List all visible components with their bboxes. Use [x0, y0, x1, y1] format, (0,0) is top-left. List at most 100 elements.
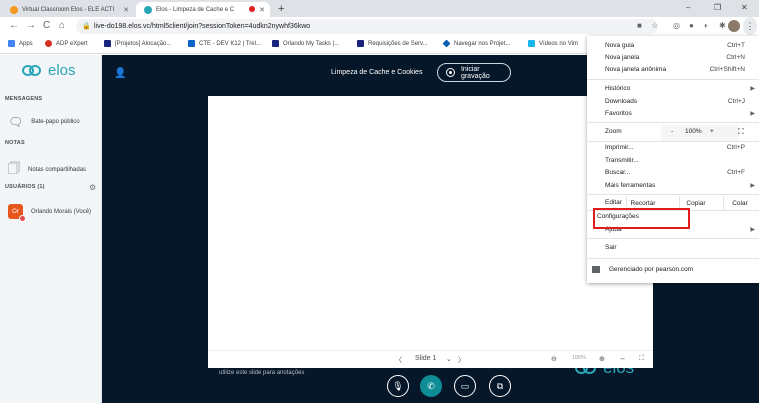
elos-favicon	[144, 5, 152, 14]
maximize-button[interactable]: ❐	[714, 3, 721, 12]
dropdown-icon[interactable]: ⌄	[446, 355, 452, 363]
mic-off-icon: 🎙	[392, 380, 404, 391]
slide-selector[interactable]: Slide 1	[415, 355, 436, 362]
menu-divider	[587, 122, 759, 123]
share-screen-button[interactable]: ⧉	[489, 375, 511, 397]
forward-button[interactable]: →	[26, 20, 36, 31]
close-tab-icon[interactable]: ✕	[259, 6, 265, 14]
zoom-minus-button[interactable]: -	[671, 128, 673, 135]
menu-item-history[interactable]: Histórico ▶	[587, 85, 759, 95]
sidebar: elos MENSAGENS 🗨 Bate-papo público NOTAS…	[0, 55, 102, 403]
submenu-arrow-icon: ▶	[750, 86, 755, 92]
user-list-item[interactable]: Or Orlando Morais (Você)	[8, 204, 92, 222]
address-bar[interactable]: 🔒 live-do198.elos.vc/html5client/join?se…	[76, 19, 658, 34]
back-button[interactable]: ←	[9, 20, 19, 31]
section-notes: NOTAS	[5, 140, 25, 146]
lock-icon: 🔒	[82, 23, 91, 30]
bookmark-navegar[interactable]: Navegar nos Projet...	[442, 39, 510, 48]
edit-label: Editar	[605, 199, 622, 206]
menu-divider	[587, 79, 759, 80]
bookmark-my-tasks[interactable]: Orlando My Tasks |...	[272, 40, 339, 47]
bookmark-adp[interactable]: ADP eXpert	[45, 40, 88, 47]
section-users: USUÁRIOS (1)	[5, 184, 45, 190]
shared-notes-item[interactable]: 🗍 Notas compartilhadas	[8, 159, 86, 180]
paste-button[interactable]: Colar	[723, 196, 756, 210]
camera-icon[interactable]: ■	[637, 21, 642, 30]
menu-item-exit[interactable]: Sair	[587, 244, 759, 254]
menu-item-find[interactable]: Buscar... Ctrl+F	[587, 169, 759, 179]
bookmark-trello[interactable]: CTE - DEV K12 | Trel...	[188, 40, 261, 47]
user-icon[interactable]: 👤	[114, 68, 126, 79]
menu-item-incognito[interactable]: Nova janela anônima Ctrl+Shift+N	[587, 66, 759, 76]
menu-item-new-window[interactable]: Nova janela Ctrl+N	[587, 54, 759, 64]
url-text: live-do198.elos.vc/html5client/join?sess…	[94, 23, 311, 30]
home-button[interactable]: ⌂	[59, 20, 65, 31]
submenu-arrow-icon: ▶	[750, 183, 755, 189]
minimize-button[interactable]: –	[686, 3, 690, 12]
chat-icon: 🗨	[8, 115, 24, 129]
next-slide-icon[interactable]: 〉	[458, 355, 465, 365]
menu-item-more-tools[interactable]: Mais ferramentas ▶	[587, 182, 759, 192]
zoom-out-icon[interactable]: ⊖	[551, 355, 557, 363]
menu-divider	[587, 258, 759, 259]
menu-divider	[587, 238, 759, 239]
tab-title: Virtual Classroom Elos - ELE ACTI	[22, 6, 115, 13]
mute-button[interactable]: 🎙	[387, 375, 409, 397]
tab-virtual-classroom[interactable]: Virtual Classroom Elos - ELE ACTI ✕	[2, 2, 134, 17]
submenu-arrow-icon: ▶	[750, 227, 755, 233]
phone-button[interactable]: ✆	[420, 375, 442, 397]
elos-logo: elos	[22, 62, 76, 79]
fullscreen-icon[interactable]: ⛶	[639, 355, 644, 363]
mic-status-icon	[19, 215, 26, 222]
user-name: Orlando Morais (Você)	[31, 208, 92, 215]
public-chat-item[interactable]: 🗨 Bate-papo público	[8, 115, 80, 129]
zoom-in-icon[interactable]: ⊕	[599, 355, 605, 363]
meeting-title: Limpeza de Cache e Cookies	[331, 69, 423, 76]
slide-controls: 〈 Slide 1 ⌄ 〉 ⊖ 100% ⊕ ↔ ⛶	[208, 350, 653, 368]
camera-button[interactable]: ▭	[454, 375, 476, 397]
vimeo-icon	[528, 40, 535, 47]
profile-avatar[interactable]	[728, 20, 740, 32]
menu-item-favorites[interactable]: Favoritos ▶	[587, 110, 759, 120]
prev-slide-icon[interactable]: 〈	[395, 355, 402, 365]
menu-dots-icon[interactable]: ⋮	[743, 17, 757, 35]
bookmark-projetos[interactable]: [Projetos] Alocação...	[104, 40, 171, 47]
new-tab-button[interactable]: +	[278, 3, 284, 15]
slide-hint: utilize este slide para anotações	[219, 370, 305, 376]
menu-item-downloads[interactable]: Downloads Ctrl+J	[587, 98, 759, 108]
phone-icon: ✆	[427, 380, 435, 391]
menu-item-print[interactable]: Imprimir... Ctrl+P	[587, 144, 759, 154]
fullscreen-icon[interactable]: ⛶	[738, 127, 744, 137]
start-recording-button[interactable]: Iniciar gravação	[437, 63, 511, 82]
fit-width-icon[interactable]: ↔	[619, 355, 626, 362]
settings-highlight-box	[593, 208, 690, 229]
close-tab-icon[interactable]: ✕	[123, 6, 129, 14]
menu-item-new-tab[interactable]: Nova guia Ctrl+T	[587, 42, 759, 52]
zoom-label: Zoom	[605, 128, 622, 135]
managed-by-note[interactable]: Gerenciado por pearson.com	[592, 266, 693, 273]
apps-grid-icon	[8, 40, 15, 47]
extension-icon[interactable]: ◐	[704, 21, 709, 30]
tab-elos-limpeza[interactable]: Elos - Limpeza de Cache e C ✕	[136, 2, 270, 17]
tab-title: Elos - Limpeza de Cache e C	[156, 6, 235, 13]
gear-icon[interactable]: ⚙	[89, 183, 96, 192]
extension-icon[interactable]: ◎	[673, 21, 680, 30]
menu-divider	[587, 194, 759, 195]
bookmark-apps[interactable]: Apps	[8, 40, 33, 47]
puzzle-icon[interactable]: ✱	[719, 21, 726, 30]
reload-button[interactable]: C	[43, 20, 50, 31]
bookmark-vimeo[interactable]: Vídeos no Vim	[528, 40, 578, 47]
zoom-value: 100%	[572, 355, 587, 361]
menu-zoom-row: Zoom - 100% + ⛶	[587, 125, 759, 141]
video-off-icon: ▭	[460, 380, 470, 391]
bookmark-requisicoes[interactable]: Requisições de Serv...	[357, 40, 428, 47]
close-window-button[interactable]: ✕	[741, 3, 748, 12]
menu-divider	[587, 141, 759, 142]
elos-favicon	[10, 5, 18, 14]
menu-item-cast[interactable]: Transmitir...	[587, 157, 759, 167]
adp-icon	[45, 40, 52, 47]
star-icon[interactable]: ☆	[651, 21, 658, 30]
extension-icon[interactable]: ●	[689, 21, 694, 30]
section-messages: MENSAGENS	[5, 96, 43, 102]
zoom-plus-button[interactable]: +	[710, 128, 714, 135]
